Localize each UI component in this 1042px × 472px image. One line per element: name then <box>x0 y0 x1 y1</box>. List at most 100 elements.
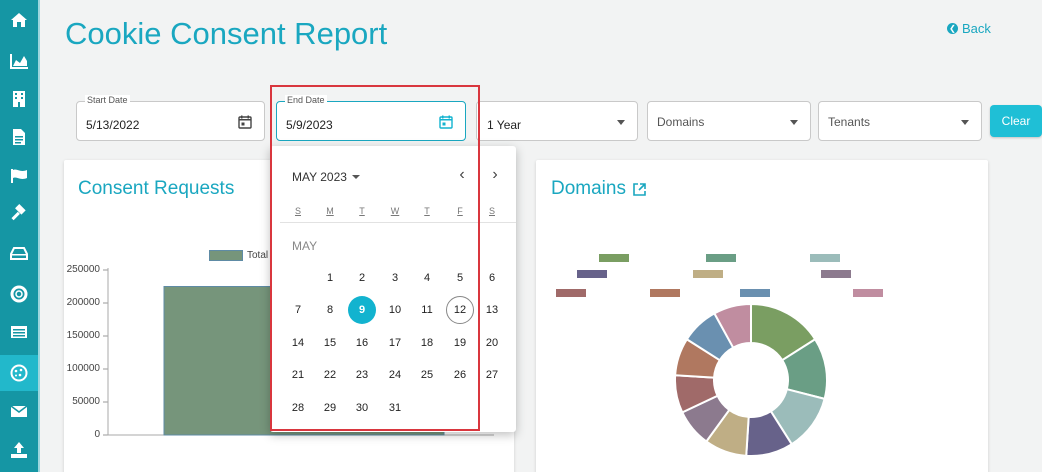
calendar-day[interactable]: 1 <box>316 264 344 292</box>
page-title: Cookie Consent Report <box>65 16 388 51</box>
calendar-day[interactable]: 6 <box>478 264 506 292</box>
sidebar-item-upload[interactable] <box>0 433 38 466</box>
period-select[interactable]: 1 Year <box>476 101 638 141</box>
calendar-day[interactable]: 13 <box>478 296 506 324</box>
calendar-day[interactable]: 10 <box>381 296 409 324</box>
start-date-label: Start Date <box>85 95 130 105</box>
calendar-day[interactable]: 9 <box>348 296 376 324</box>
period-value: 1 Year <box>487 118 522 132</box>
back-label: Back <box>962 21 991 36</box>
calendar-icon[interactable] <box>238 115 252 129</box>
domains-select[interactable]: Domains <box>647 101 811 141</box>
calendar-day[interactable]: 19 <box>446 329 474 357</box>
calendar-day[interactable]: 4 <box>413 264 441 292</box>
back-link[interactable]: ❮ Back <box>947 21 991 36</box>
legend-swatch <box>810 254 840 262</box>
calendar-day[interactable]: 3 <box>381 264 409 292</box>
legend-swatch <box>599 254 629 262</box>
weekday-label: W <box>390 206 400 216</box>
calendar-day[interactable]: 17 <box>381 329 409 357</box>
area-chart-icon <box>10 53 28 69</box>
calendar-day[interactable]: 22 <box>316 361 344 389</box>
domains-donut-chart <box>674 302 828 457</box>
month-section-label: MAY <box>292 239 318 253</box>
sidebar-item-lists[interactable] <box>0 315 38 348</box>
clear-button[interactable]: Clear <box>990 105 1042 137</box>
weekday-label: S <box>294 206 301 216</box>
calendar-day[interactable]: 18 <box>413 329 441 357</box>
calendar-icon[interactable] <box>439 115 453 129</box>
sidebar-item-charts[interactable] <box>0 44 38 77</box>
flag-icon <box>11 168 27 183</box>
legend-swatch <box>556 289 586 297</box>
start-date-value: 5/13/2022 <box>86 118 140 132</box>
calendar-day[interactable]: 5 <box>446 264 474 292</box>
date-picker-popup: MAY 2023 ‹ › SMTWTFS MAY 1 2 3 4 5 6 7 8 9 10 11 12… <box>270 146 516 432</box>
calendar-day[interactable]: 30 <box>348 394 376 422</box>
calendar-day[interactable]: 15 <box>316 329 344 357</box>
calendar-day[interactable]: 25 <box>413 361 441 389</box>
list-card-icon <box>11 325 27 338</box>
home-icon <box>11 12 27 27</box>
month-year-label: MAY 2023 <box>292 170 347 184</box>
sidebar-item-cookies[interactable] <box>0 355 38 391</box>
legend-swatch <box>693 270 723 278</box>
calendar-day[interactable]: 11 <box>413 296 441 324</box>
sidebar-item-flags[interactable] <box>0 159 38 192</box>
chevron-left-icon: ‹ <box>459 166 465 183</box>
calendar-day[interactable]: 21 <box>284 361 312 389</box>
calendar-day[interactable]: 20 <box>478 329 506 357</box>
calendar-day[interactable]: 27 <box>478 361 506 389</box>
start-date-field[interactable]: Start Date 5/13/2022 <box>76 95 265 141</box>
weekday-label: T <box>424 206 430 216</box>
life-ring-icon <box>10 285 28 302</box>
calendar-day[interactable]: 12 <box>446 296 474 324</box>
calendar-day[interactable]: 26 <box>446 361 474 389</box>
legend-swatch <box>577 270 607 278</box>
legend-swatch <box>853 289 883 297</box>
calendar-day[interactable]: 7 <box>284 296 312 324</box>
envelope-icon <box>10 404 28 417</box>
calendar-day[interactable]: 16 <box>348 329 376 357</box>
tenants-placeholder: Tenants <box>828 115 871 129</box>
sidebar-item-storage[interactable] <box>0 236 38 269</box>
end-date-label: End Date <box>285 95 327 105</box>
end-date-value: 5/9/2023 <box>286 118 333 132</box>
divider <box>280 222 516 223</box>
next-month-button[interactable]: › <box>486 166 504 184</box>
main-content: Cookie Consent Report ❮ Back Start Date … <box>38 0 1042 472</box>
cookie-icon <box>10 364 28 382</box>
sidebar-item-messages[interactable] <box>0 394 38 427</box>
calendar-day[interactable]: 14 <box>284 329 312 357</box>
calendar-day[interactable]: 29 <box>316 394 344 422</box>
sidebar-item-legal[interactable] <box>0 197 38 230</box>
gavel-icon <box>11 203 26 220</box>
calendar-day[interactable]: 8 <box>316 296 344 324</box>
calendar-day[interactable]: 2 <box>348 264 376 292</box>
end-date-field[interactable]: End Date 5/9/2023 <box>276 95 466 141</box>
building-icon <box>13 90 25 107</box>
calendar-day[interactable]: 23 <box>348 361 376 389</box>
legend-swatch <box>650 289 680 297</box>
calendar-day[interactable]: 28 <box>284 394 312 422</box>
inbox-drive-icon <box>10 246 28 260</box>
sidebar-item-buildings[interactable] <box>0 82 38 115</box>
legend-swatch <box>706 254 736 262</box>
document-icon <box>13 128 25 145</box>
calendar-day[interactable]: 31 <box>381 394 409 422</box>
previous-month-button[interactable]: ‹ <box>453 166 471 184</box>
domains-legend <box>556 254 883 297</box>
tenants-select[interactable]: Tenants <box>818 101 982 141</box>
month-year-selector[interactable]: MAY 2023 <box>292 170 360 184</box>
weekday-label: S <box>488 206 495 216</box>
domains-placeholder: Domains <box>657 115 705 129</box>
legend-swatch <box>821 270 851 278</box>
weekday-label: M <box>326 206 334 216</box>
legend-swatch <box>740 289 770 297</box>
sidebar-item-support[interactable] <box>0 277 38 310</box>
chevron-down-icon <box>790 120 798 125</box>
sidebar-item-documents[interactable] <box>0 120 38 153</box>
upload-icon <box>11 441 27 458</box>
calendar-day[interactable]: 24 <box>381 361 409 389</box>
sidebar-item-home[interactable] <box>0 3 38 36</box>
